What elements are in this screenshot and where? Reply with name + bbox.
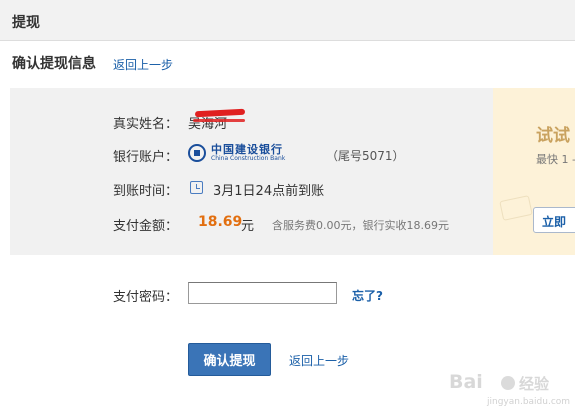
name-label: 真实姓名： xyxy=(113,117,179,132)
amount-note: 含服务费0.00元，银行实收18.69元 xyxy=(272,219,449,232)
section-heading: 确认提现信息 xyxy=(12,56,96,72)
watermark: Bai 经验 jingyan.baidu.com xyxy=(443,369,575,420)
watermark-brand: Bai xyxy=(449,371,483,393)
redaction-mark xyxy=(194,108,246,118)
watermark-url: jingyan.baidu.com xyxy=(487,397,571,407)
forgot-password-link[interactable]: 忘了? xyxy=(352,287,383,304)
arrival-time: 3月1日24点前到账 xyxy=(213,184,325,199)
amount-label: 支付金额： xyxy=(113,219,179,234)
watermark-suffix: 经验 xyxy=(519,375,550,393)
clock-icon xyxy=(190,181,203,194)
page-header: 提现 xyxy=(0,0,575,41)
amount-value: 18.69 xyxy=(198,214,243,230)
back-link-top[interactable]: 返回上一步 xyxy=(113,56,173,73)
bank-logo-name: 中国建设银行 xyxy=(211,143,283,156)
card-icon xyxy=(499,195,533,221)
paw-icon xyxy=(501,376,515,390)
arrival-label: 到账时间： xyxy=(113,184,179,199)
bank-logo-english: China Construction Bank xyxy=(211,155,286,162)
promo-title: 试试 xyxy=(536,126,570,146)
bank-label: 银行账户： xyxy=(113,150,179,165)
card-tail-number: （尾号5071） xyxy=(326,149,405,163)
amount-unit: 元 xyxy=(241,219,255,234)
ccb-logo-icon xyxy=(188,144,206,162)
confirm-withdraw-button[interactable]: 确认提现 xyxy=(188,343,271,376)
withdraw-info-panel: 真实姓名： 吴海河 银行账户： 中国建设银行 China Constructio… xyxy=(10,88,493,255)
password-label: 支付密码： xyxy=(113,290,179,305)
promo-banner: 试试 最快 1 - 立即 xyxy=(493,88,575,255)
promo-subtitle: 最快 1 - xyxy=(536,153,575,166)
page-title: 提现 xyxy=(12,15,40,31)
redaction-mark xyxy=(193,119,245,122)
bank-logo: 中国建设银行 China Construction Bank xyxy=(188,142,290,164)
payment-password-input[interactable] xyxy=(188,282,337,304)
promo-button[interactable]: 立即 xyxy=(533,207,575,233)
back-link-bottom[interactable]: 返回上一步 xyxy=(289,352,349,369)
